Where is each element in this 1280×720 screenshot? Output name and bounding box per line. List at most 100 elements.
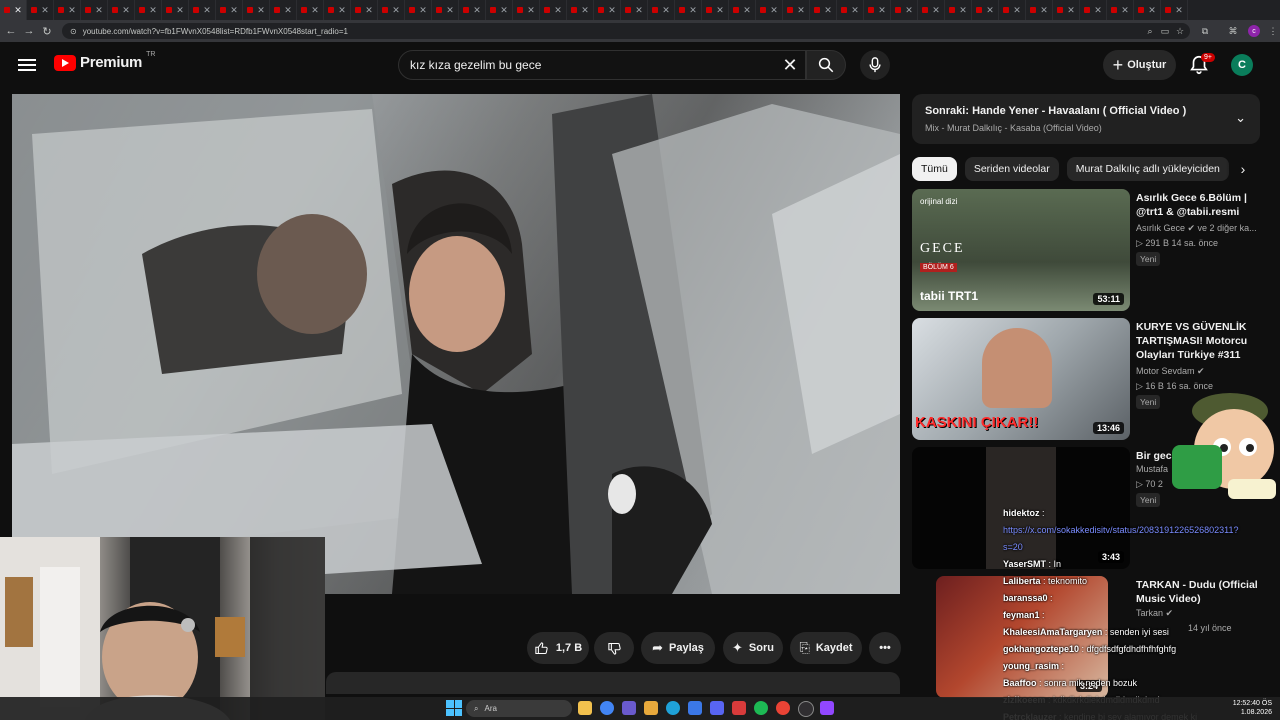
chat-username[interactable]: young_rasim [1003,661,1059,671]
close-tab-icon[interactable]: ✕ [986,5,994,16]
share-button[interactable]: ➦ Paylaş [641,632,715,664]
discord-icon[interactable] [710,701,724,715]
browser-tab[interactable]: ✕ [351,0,378,20]
account-avatar[interactable]: C [1231,54,1253,76]
close-tab-icon[interactable]: ✕ [689,5,697,16]
like-button[interactable]: 1,7 B [527,632,589,664]
browser-tab[interactable]: ✕ [567,0,594,20]
browser-tab[interactable]: ✕ [648,0,675,20]
browser-tab[interactable]: ✕ [999,0,1026,20]
zoom-icon[interactable]: ⌕ [1143,24,1157,38]
spotify-icon[interactable] [754,701,768,715]
close-tab-icon[interactable]: ✕ [932,5,940,16]
chrome-icon[interactable] [776,701,790,715]
chat-username[interactable]: gokhangoztepe10 [1003,644,1079,654]
browser-tab[interactable]: ✕ [972,0,999,20]
close-tab-icon[interactable]: ✕ [311,5,319,16]
close-tab-icon[interactable]: ✕ [959,5,967,16]
file-explorer-icon[interactable] [578,701,592,715]
more-actions-button[interactable]: ••• [869,632,901,664]
browser-tab[interactable]: ✕ [54,0,81,20]
chrome-icon[interactable] [600,701,614,715]
browser-tab[interactable]: ✕ [513,0,540,20]
browser-tab[interactable]: ✕ [1080,0,1107,20]
create-button[interactable]: + Oluştur [1103,50,1176,80]
list-item[interactable]: orijinal dizi GECE BÖLÜM 6 tabii TRT1 53… [912,189,1260,311]
browser-profile-avatar[interactable]: c [1248,25,1260,37]
search-button[interactable] [806,50,846,80]
app-icon[interactable] [820,701,834,715]
close-tab-icon[interactable]: ✕ [41,5,49,16]
browser-tab[interactable]: ✕ [108,0,135,20]
chat-link[interactable]: https://x.com/sokakkedisitv/status/20831… [1003,525,1239,535]
browser-tab[interactable]: ✕ [432,0,459,20]
bookmark-star-icon[interactable]: ☆ [1173,24,1187,38]
ask-button[interactable]: ✦ Soru [723,632,783,664]
close-tab-icon[interactable]: ✕ [1148,5,1156,16]
browser-tab[interactable]: ✕ [162,0,189,20]
close-tab-icon[interactable]: ✕ [338,5,346,16]
close-tab-icon[interactable]: ✕ [581,5,589,16]
obs-icon[interactable] [798,701,814,717]
browser-tab[interactable]: ✕ [1107,0,1134,20]
browser-tab[interactable]: ✕ [729,0,756,20]
close-tab-icon[interactable]: ✕ [446,5,454,16]
channel-name[interactable]: Mustafa [1136,464,1168,474]
chip-series[interactable]: Seriden videolar [964,157,1059,181]
chat-username[interactable]: feyman1 [1003,610,1040,620]
close-tab-icon[interactable]: ✕ [1067,5,1075,16]
video-title[interactable]: KURYE VS GÜVENLİK TARTIŞMASI! Motorcu Ol… [1136,320,1262,362]
menu-icon[interactable] [18,56,36,74]
cast-icon[interactable]: ▭ [1158,24,1172,38]
chat-link[interactable]: s=20 [1003,542,1023,552]
description-box[interactable] [326,672,900,694]
video-title[interactable]: Asırlık Gece 6.Bölüm | @trt1 & @tabii.re… [1136,191,1262,219]
browser-tab[interactable]: ✕ [324,0,351,20]
browser-tab[interactable]: ✕ [459,0,486,20]
clear-search-icon[interactable]: ✕ [775,55,805,76]
close-tab-icon[interactable]: ✕ [68,5,76,16]
browser-tab[interactable]: ✕ [1053,0,1080,20]
chat-username[interactable]: baranssa0 [1003,593,1048,603]
close-tab-icon[interactable]: ✕ [851,5,859,16]
video-player[interactable] [12,94,900,594]
browser-tab[interactable]: ✕ [702,0,729,20]
close-tab-icon[interactable]: ✕ [95,5,103,16]
chat-username[interactable]: Baaffoo [1003,678,1037,688]
browser-tab[interactable]: ✕ [189,0,216,20]
chat-username[interactable]: KhaleesiAmaTargaryen [1003,627,1102,637]
close-tab-icon[interactable]: ✕ [743,5,751,16]
browser-tab[interactable]: ✕ [810,0,837,20]
close-tab-icon[interactable]: ✕ [824,5,832,16]
browser-tab[interactable]: ✕ [486,0,513,20]
video-thumbnail[interactable]: orijinal dizi GECE BÖLÜM 6 tabii TRT1 53… [912,189,1130,311]
site-info-icon[interactable]: ⊙ [70,27,77,36]
up-next-card[interactable]: Sonraki: Hande Yener - Havaalanı ( Offic… [912,94,1260,144]
close-tab-icon[interactable]: ✕ [554,5,562,16]
close-tab-icon[interactable]: ✕ [365,5,373,16]
folder-icon[interactable] [644,701,658,715]
close-tab-icon[interactable]: ✕ [770,5,778,16]
browser-tab[interactable]: ✕ [216,0,243,20]
browser-tab[interactable]: ✕ [783,0,810,20]
chip-uploader[interactable]: Murat Dalkılıç adlı yükleyiciden [1066,157,1229,181]
save-button[interactable]: ⎘ Kaydet [790,632,862,664]
browser-tab[interactable]: ✕ [405,0,432,20]
close-tab-icon[interactable]: ✕ [284,5,292,16]
close-tab-icon[interactable]: ✕ [1013,5,1021,16]
browser-tab[interactable]: ✕ [837,0,864,20]
close-tab-icon[interactable]: ✕ [608,5,616,16]
close-tab-icon[interactable]: ✕ [878,5,886,16]
browser-tab[interactable]: ✕ [1026,0,1053,20]
close-tab-icon[interactable]: ✕ [527,5,535,16]
search-input[interactable]: kız kıza gezelim bu gece ✕ [398,50,806,80]
browser-tab[interactable]: ✕ [594,0,621,20]
browser-tab[interactable]: ✕ [918,0,945,20]
close-tab-icon[interactable]: ✕ [203,5,211,16]
browser-menu-icon[interactable]: ⋮ [1266,24,1280,38]
browser-tab[interactable]: ✕ [945,0,972,20]
chat-username[interactable]: Laliberta [1003,576,1041,586]
video-thumbnail[interactable]: KASKINI ÇIKAR!! 13:46 [912,318,1130,440]
forward-icon[interactable]: → [20,20,38,42]
browser-tab[interactable]: ✕ [243,0,270,20]
